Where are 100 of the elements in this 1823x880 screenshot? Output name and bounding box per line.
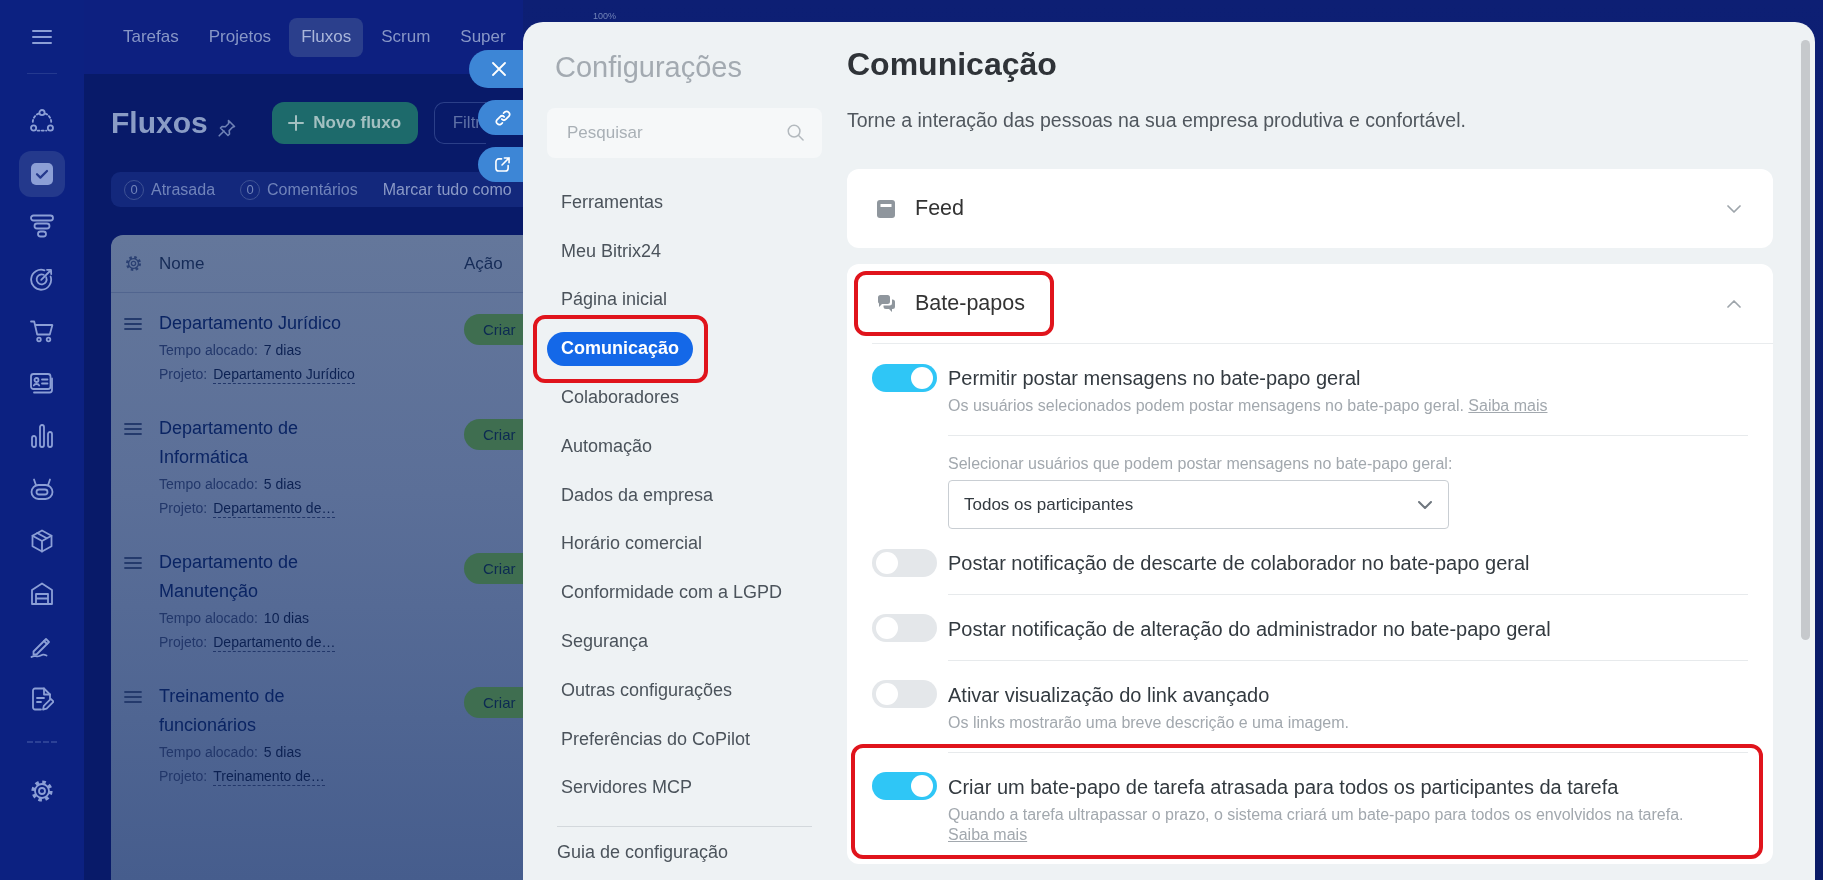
section-subtitle: Torne a interação das pessoas na sua empresa produtiva e confortável. xyxy=(847,108,1467,132)
create-button[interactable]: Criar xyxy=(464,687,523,718)
pin-icon[interactable] xyxy=(217,119,236,137)
accordion-title[interactable]: Bate-papos xyxy=(915,291,1025,316)
setting-description: Quando a tarefa ultrapassar o prazo, o sistema criará um bate-papo para todos os envolvidos na tarefa. Saiba mais xyxy=(948,805,1685,845)
flow-title-link[interactable]: Treinamento de funcionários xyxy=(159,682,374,740)
zoom-level-label: 100% xyxy=(593,11,617,21)
setting-label: Permitir postar mensagens no bate-papo geral xyxy=(948,366,1362,390)
project-link[interactable]: Departamento Jurídico xyxy=(213,364,355,384)
meta-label: Tempo alocado: xyxy=(159,341,258,360)
users-dropdown[interactable]: Todos os participantes xyxy=(948,480,1449,529)
create-button[interactable]: Criar xyxy=(464,553,523,584)
learn-more-link[interactable]: Saiba mais xyxy=(948,826,1028,843)
target-icon xyxy=(30,266,54,291)
document-edit-icon xyxy=(30,686,54,711)
learn-more-link[interactable]: Saiba mais xyxy=(1468,397,1548,414)
settings-menu-item[interactable]: Segurança xyxy=(547,624,663,659)
chat-bubbles-icon xyxy=(877,294,895,313)
counter-label[interactable]: Comentários xyxy=(267,180,358,199)
drag-handle-icon[interactable] xyxy=(124,423,142,435)
search-field[interactable]: Pesquisar xyxy=(547,108,822,158)
funnel-icon xyxy=(30,214,54,239)
toggle-switch[interactable] xyxy=(872,549,937,577)
meta-label: Projeto: xyxy=(159,499,208,518)
create-button[interactable]: Criar xyxy=(464,419,523,450)
create-button[interactable]: Criar xyxy=(464,314,523,345)
meta-label: Tempo alocado: xyxy=(159,475,258,494)
project-link[interactable]: Departamento de… xyxy=(213,632,336,652)
settings-menu-item[interactable]: Ferramentas xyxy=(547,185,678,220)
setting-label: Criar um bate-papo de tarefa atrasada para todos os participantes da tarefa xyxy=(948,775,1620,799)
project-link[interactable]: Departamento de… xyxy=(213,498,336,518)
setting-description: Os links mostrarão uma breve descrição e uma imagem. xyxy=(948,713,1351,733)
filter-field[interactable]: Filtr xyxy=(433,102,486,144)
project-link[interactable]: Treinamento de… xyxy=(213,766,325,786)
toggle-switch[interactable] xyxy=(872,614,937,642)
flow-title-link[interactable]: Departamento Jurídico xyxy=(159,309,374,338)
chevron-down-icon xyxy=(1418,500,1432,509)
drag-handle-icon[interactable] xyxy=(124,557,142,569)
nav-button[interactable] xyxy=(19,150,65,197)
circle-nodes-icon xyxy=(30,109,54,134)
setup-guide-link[interactable]: Guia de configuração xyxy=(557,841,830,864)
column-header: Nome xyxy=(159,253,206,274)
settings-menu-item[interactable]: Outras configurações xyxy=(547,673,747,708)
nav-tab[interactable]: Projetos xyxy=(196,25,284,49)
copy-link-button[interactable] xyxy=(478,100,523,135)
settings-icon xyxy=(30,779,54,804)
flow-title-link[interactable]: Departamento de Manutenção xyxy=(159,548,374,606)
counter-label[interactable]: Atrasada xyxy=(151,180,216,199)
garage-icon xyxy=(30,581,54,606)
settings-menu-item[interactable]: Meu Bitrix24 xyxy=(547,234,676,269)
new-flow-button[interactable]: Novo fluxo xyxy=(271,102,418,144)
settings-menu-item[interactable]: Automação xyxy=(547,429,667,464)
settings-menu-item[interactable]: Conformidade com a LGPD xyxy=(547,575,797,610)
cube-icon xyxy=(30,529,54,554)
setting-label: Postar notificação de descarte de colaborador no bate-papo geral xyxy=(948,551,1531,575)
meta-value: 7 dias xyxy=(263,341,302,360)
open-window-button[interactable] xyxy=(478,147,523,182)
settings-menu-item[interactable]: Página inicial xyxy=(547,283,682,317)
settings-menu-item[interactable]: Colaboradores xyxy=(547,380,694,415)
settings-menu-item[interactable]: Dados da empresa xyxy=(547,478,728,513)
contact-card-icon xyxy=(30,371,54,396)
mark-all-link[interactable]: Marcar tudo como xyxy=(382,180,512,199)
toggle-switch[interactable] xyxy=(872,680,937,708)
meta-label: Projeto: xyxy=(159,365,208,384)
bar-chart-icon xyxy=(30,424,54,449)
flow-title-link[interactable]: Departamento de Informática xyxy=(159,414,374,472)
meta-value: 5 dias xyxy=(263,743,302,762)
robot-icon xyxy=(30,476,54,501)
meta-value: 5 dias xyxy=(263,475,302,494)
setting-description: Os usuários selecionados podem postar mensagens no bate-papo geral. Saiba mais xyxy=(948,396,1549,416)
drag-handle-icon[interactable] xyxy=(124,691,142,703)
cart-icon xyxy=(30,319,54,344)
settings-menu-item[interactable]: Horário comercial xyxy=(547,526,717,561)
settings-menu-item[interactable]: Servidores MCP xyxy=(547,770,707,805)
column-header: Ação xyxy=(464,253,504,274)
page-title: Fluxos xyxy=(111,105,208,141)
checkbox-icon xyxy=(30,161,54,186)
link-icon xyxy=(494,109,511,126)
nav-tab[interactable]: Scrum xyxy=(369,25,443,49)
plus-icon xyxy=(288,115,305,131)
setting-label: Postar notificação de alteração do administrador no bate-papo geral xyxy=(948,617,1552,641)
select-label: Selecionar usuários que podem postar mensagens no bate-papo geral: xyxy=(948,454,1454,474)
nav-tab[interactable]: Fluxos xyxy=(289,17,364,57)
window-icon xyxy=(877,199,895,218)
close-button[interactable] xyxy=(469,50,523,88)
toggle-switch[interactable] xyxy=(872,772,937,800)
accordion-title[interactable]: Feed xyxy=(915,196,964,221)
nav-tab[interactable]: Super xyxy=(448,25,518,49)
scrollbar[interactable] xyxy=(1801,40,1810,640)
panel-title: Configurações xyxy=(554,50,743,85)
section-heading: Comunicação xyxy=(847,45,1058,84)
toggle-switch[interactable] xyxy=(872,364,937,392)
settings-menu-item[interactable]: Preferências do CoPilot xyxy=(547,722,765,757)
settings-menu-item[interactable]: Comunicação xyxy=(547,331,694,366)
meta-value: 10 dias xyxy=(263,609,309,628)
drag-handle-icon[interactable] xyxy=(124,318,142,330)
external-link-icon xyxy=(495,157,510,172)
nav-tab[interactable]: Tarefas xyxy=(111,25,191,49)
setting-label: Ativar visualização do link avançado xyxy=(948,683,1271,707)
menu-icon[interactable] xyxy=(32,29,52,44)
